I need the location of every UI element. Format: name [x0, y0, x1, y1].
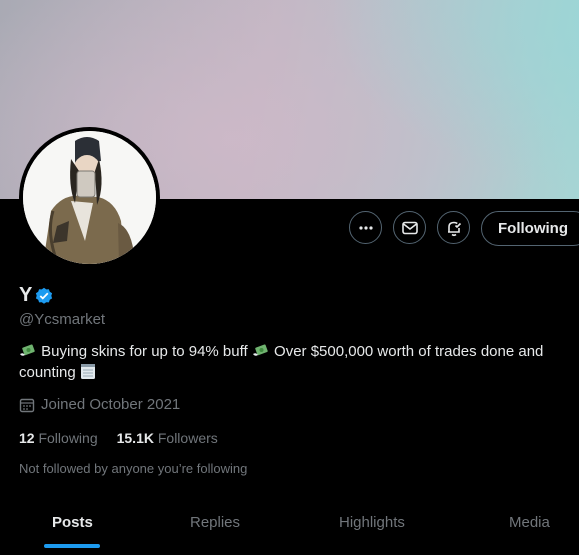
following-label: Following — [38, 430, 98, 446]
followers-label: Followers — [157, 430, 218, 446]
profile-tabs: Posts Replies Highlights Media — [0, 498, 579, 555]
profile-name: Y — [19, 284, 33, 306]
tab-media[interactable]: Media — [509, 514, 550, 531]
notepad-icon — [80, 364, 95, 379]
followers-stat[interactable]: 15.1K Followers — [117, 430, 218, 446]
bio-text-1: Buying skins for up to 94% buff — [41, 343, 248, 360]
money-with-wings-icon — [20, 344, 35, 356]
profile-name-row: Y — [19, 284, 53, 307]
mail-icon — [401, 221, 418, 234]
verified-badge-icon[interactable] — [35, 287, 53, 305]
calendar-icon — [19, 398, 35, 412]
following-count: 12 — [19, 430, 35, 446]
joined-text: Joined October 2021 — [41, 396, 181, 413]
more-button[interactable] — [349, 211, 382, 244]
notifications-button[interactable] — [437, 211, 470, 244]
following-button[interactable]: Following — [481, 211, 579, 246]
avatar-illustration — [23, 131, 156, 264]
followers-count: 15.1K — [116, 430, 154, 446]
tab-replies[interactable]: Replies — [190, 514, 240, 531]
tab-highlights[interactable]: Highlights — [339, 514, 405, 531]
active-tab-indicator — [44, 544, 100, 548]
avatar[interactable] — [19, 127, 160, 268]
message-button[interactable] — [393, 211, 426, 244]
tab-posts[interactable]: Posts — [52, 514, 93, 531]
profile-handle: @Ycsmarket — [19, 311, 106, 328]
bell-check-icon — [447, 221, 461, 236]
following-stat[interactable]: 12 Following — [19, 430, 98, 446]
not-followed-note: Not followed by anyone you’re following — [19, 461, 248, 476]
profile-bio: Buying skins for up to 94% buff Over $50… — [19, 341, 574, 383]
more-icon — [358, 225, 373, 230]
joined-date: Joined October 2021 — [19, 396, 180, 413]
profile-stats: 12 Following 15.1K Followers — [19, 430, 218, 446]
money-with-wings-icon — [252, 344, 268, 356]
